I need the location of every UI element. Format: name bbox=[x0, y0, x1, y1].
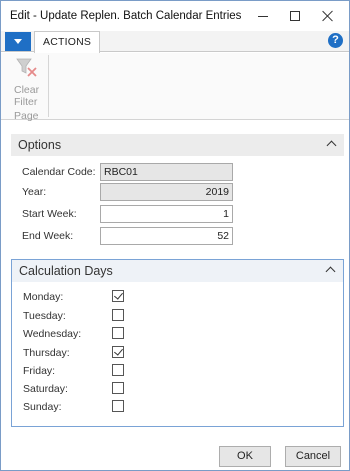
group-label-page: Page bbox=[14, 110, 39, 122]
calendar-code-field: RBC01 bbox=[100, 163, 233, 181]
day-label: Tuesday: bbox=[23, 310, 66, 322]
clear-filter-button[interactable]: Clear Filter bbox=[5, 55, 47, 108]
options-section: Options Calendar Code: RBC01 Year: 2019 … bbox=[11, 134, 344, 249]
maximize-icon bbox=[290, 11, 300, 21]
help-icon[interactable]: ? bbox=[328, 33, 343, 48]
year-label: Year: bbox=[22, 186, 47, 198]
start-week-field[interactable]: 1 bbox=[100, 205, 233, 223]
sunday-checkbox[interactable] bbox=[112, 400, 124, 412]
day-label: Thursday: bbox=[23, 347, 70, 359]
clear-filter-icon bbox=[16, 58, 37, 77]
minimize-icon bbox=[258, 15, 268, 17]
start-week-label: Start Week: bbox=[22, 208, 77, 220]
wednesday-checkbox[interactable] bbox=[112, 327, 124, 339]
window-title: Edit - Update Replen. Batch Calendar Ent… bbox=[10, 10, 242, 22]
day-row-tuesday: Tuesday: bbox=[23, 309, 223, 325]
end-week-field[interactable]: 52 bbox=[100, 227, 233, 245]
close-icon bbox=[322, 10, 334, 22]
app-menu-icon bbox=[14, 39, 22, 44]
title-bar: Edit - Update Replen. Batch Calendar Ent… bbox=[1, 1, 349, 31]
calculation-days-section: Calculation Days Monday: Tuesday: Wednes… bbox=[11, 259, 344, 427]
clear-filter-label-line2: Filter bbox=[14, 96, 38, 108]
calculation-days-title: Calculation Days bbox=[19, 264, 113, 278]
day-label: Sunday: bbox=[23, 401, 62, 413]
dialog-window: Edit - Update Replen. Batch Calendar Ent… bbox=[0, 0, 350, 471]
ribbon-group-page: Clear Filter Page bbox=[5, 55, 49, 122]
options-header[interactable]: Options bbox=[11, 134, 344, 156]
tab-actions[interactable]: ACTIONS bbox=[34, 31, 101, 53]
app-menu-button[interactable] bbox=[5, 32, 31, 51]
day-label: Monday: bbox=[23, 291, 64, 303]
day-row-saturday: Saturday: bbox=[23, 382, 223, 398]
day-row-sunday: Sunday: bbox=[23, 400, 223, 416]
chevron-up-icon bbox=[326, 140, 337, 151]
day-row-friday: Friday: bbox=[23, 364, 223, 380]
chevron-up-icon bbox=[325, 266, 336, 277]
day-row-wednesday: Wednesday: bbox=[23, 327, 223, 343]
ribbon-tab-bar: ACTIONS ? bbox=[1, 31, 349, 53]
day-row-monday: Monday: bbox=[23, 290, 223, 306]
field-year: Year: 2019 bbox=[22, 183, 342, 201]
close-button[interactable] bbox=[306, 1, 350, 31]
calendar-code-label: Calendar Code: bbox=[22, 166, 96, 178]
cancel-button[interactable]: Cancel bbox=[285, 446, 341, 467]
field-start-week: Start Week: 1 bbox=[22, 205, 342, 223]
thursday-checkbox[interactable] bbox=[112, 346, 124, 358]
field-calendar-code: Calendar Code: RBC01 bbox=[22, 163, 342, 181]
calculation-days-header[interactable]: Calculation Days bbox=[12, 260, 343, 282]
year-field: 2019 bbox=[100, 183, 233, 201]
monday-checkbox[interactable] bbox=[112, 290, 124, 302]
day-label: Wednesday: bbox=[23, 328, 82, 340]
end-week-label: End Week: bbox=[22, 230, 74, 242]
field-end-week: End Week: 52 bbox=[22, 227, 342, 245]
clear-filter-label-line1: Clear bbox=[14, 84, 40, 96]
ribbon-body: Clear Filter Page bbox=[1, 53, 349, 122]
ok-button[interactable]: OK bbox=[219, 446, 271, 467]
day-row-thursday: Thursday: bbox=[23, 346, 223, 362]
day-label: Saturday: bbox=[23, 383, 68, 395]
options-title: Options bbox=[18, 138, 62, 152]
saturday-checkbox[interactable] bbox=[112, 382, 124, 394]
day-label: Friday: bbox=[23, 365, 56, 377]
friday-checkbox[interactable] bbox=[112, 364, 124, 376]
tuesday-checkbox[interactable] bbox=[112, 309, 124, 321]
